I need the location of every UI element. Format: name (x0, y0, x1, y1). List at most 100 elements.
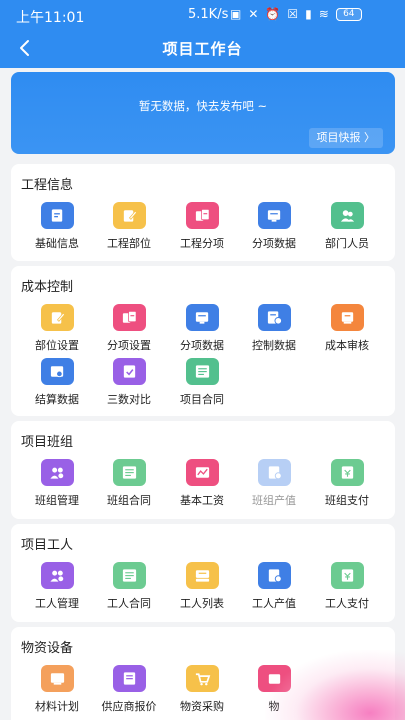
grid-item[interactable]: 控制数据 (238, 304, 310, 358)
grid-item-label: 分项设置 (107, 339, 151, 352)
grid-item-label: 工程部位 (107, 237, 151, 250)
grid-item-label: 材料计划 (35, 700, 79, 713)
box-icon (257, 665, 291, 692)
grid-item[interactable]: 班组支付 (311, 459, 383, 513)
grid-item[interactable]: 部门人员 (311, 202, 383, 256)
section-title: 项目工人 (21, 538, 74, 553)
grid-item-label: 结算数据 (35, 393, 79, 406)
grid-item[interactable]: 供应商报价 (93, 665, 165, 719)
output-icon (257, 562, 291, 589)
grid-item[interactable]: 物资采购 (166, 665, 238, 719)
battery-icon: 64 (335, 7, 362, 21)
section-engineering-info: 工程信息 基础信息 工程部位 工程分项 分项数据 部门人员 (11, 164, 395, 261)
grid-item[interactable]: 工人列表 (166, 562, 238, 616)
grid-item[interactable]: 工人合同 (93, 562, 165, 616)
settle-icon (40, 358, 74, 385)
split-docs-icon (185, 202, 219, 229)
contract-icon (112, 459, 146, 486)
contract-icon (112, 562, 146, 589)
grid-item-label: 基础信息 (35, 237, 79, 250)
grid-item[interactable]: 分项设置 (93, 304, 165, 358)
grid-item-label: 部位设置 (35, 339, 79, 352)
compare-icon (112, 358, 146, 385)
grid-item-label: 控制数据 (252, 339, 296, 352)
grid-item-label: 班组支付 (325, 494, 369, 507)
grid-item-label: 班组管理 (35, 494, 79, 507)
alarm-icon: ⏰ (265, 7, 281, 21)
wage-icon (185, 459, 219, 486)
audit-icon (330, 304, 364, 331)
grid-item-label: 工人合同 (107, 597, 151, 610)
contract-icon (185, 358, 219, 385)
grid-item-label: 物 (268, 700, 280, 713)
grid-item[interactable]: 班组合同 (93, 459, 165, 513)
grid-item[interactable]: 基础信息 (21, 202, 93, 256)
list-icon (185, 562, 219, 589)
split-docs-icon (112, 304, 146, 331)
app-header: 上午11:01 5.1K/s ▣ ✕ ⏰ ☒ ▮ ≋ 64 项目工作台 (0, 0, 405, 68)
grid-item[interactable]: 基本工资 (166, 459, 238, 513)
nav-bar: 项目工作台 (0, 30, 405, 66)
status-icons: ▣ ✕ ⏰ ☒ ▮ ≋ 64 (230, 6, 362, 22)
grid-item-label: 基本工资 (180, 494, 224, 507)
grid-item[interactable]: 班组产值 (238, 459, 310, 513)
grid-item-label: 工人产值 (252, 597, 296, 610)
grid-item-label: 分项数据 (180, 339, 224, 352)
grid-item-label: 工程分项 (180, 237, 224, 250)
edit-icon (40, 304, 74, 331)
signal-icon: ▮ (305, 7, 312, 21)
grid-item-label: 成本审核 (325, 339, 369, 352)
page-title: 项目工作台 (162, 40, 243, 58)
grid-item[interactable]: 工程部位 (93, 202, 165, 256)
grid-item-label: 工人列表 (180, 597, 224, 610)
team-icon (40, 459, 74, 486)
section-materials-equipment: 物资设备材料计划 供应商报价 物资采购 物 (11, 627, 395, 720)
grid-item[interactable]: 工人支付 (311, 562, 383, 616)
grid-item[interactable]: 工人产值 (238, 562, 310, 616)
grid-item[interactable]: 工程分项 (166, 202, 238, 256)
grid-item[interactable]: 班组管理 (21, 459, 93, 513)
data-docs-icon (257, 202, 291, 229)
grid-item-label: 三数对比 (107, 393, 151, 406)
nfc-icon: ▣ (230, 7, 242, 21)
grid-item-label: 班组产值 (252, 494, 296, 507)
grid-item-label: 物资采购 (180, 700, 224, 713)
grid-item[interactable]: 三数对比 (93, 358, 165, 412)
grid-item[interactable]: 成本审核 (311, 304, 383, 358)
control-icon (257, 304, 291, 331)
status-time: 上午11:01 (16, 10, 85, 26)
payment-icon (330, 459, 364, 486)
grid-item[interactable]: 结算数据 (21, 358, 93, 412)
cart-icon (185, 665, 219, 692)
status-bar: 上午11:01 5.1K/s ▣ ✕ ⏰ ☒ ▮ ≋ 64 (0, 0, 405, 30)
sim-x-icon: ☒ (287, 7, 299, 21)
data-docs-icon (185, 304, 219, 331)
network-speed: 5.1K/s (188, 7, 229, 22)
grid-item[interactable]: 分项数据 (238, 202, 310, 256)
edit-icon (112, 202, 146, 229)
section-title: 物资设备 (21, 641, 74, 656)
grid-item[interactable]: 材料计划 (21, 665, 93, 719)
document-icon (40, 202, 74, 229)
empty-state-text: 暂无数据，快去发布吧 ~ (138, 99, 268, 113)
news-banner: 暂无数据，快去发布吧 ~ 项目快报 〉 (11, 72, 395, 154)
section-title: 项目班组 (21, 435, 74, 450)
grid-item[interactable]: 项目合同 (166, 358, 238, 412)
section-cost-control: 成本控制部位设置 分项设置 分项数据 控制数据 成本审核结算数据 三数对比 项目合同 (11, 266, 395, 416)
grid-item[interactable]: 部位设置 (21, 304, 93, 358)
payment-icon (330, 562, 364, 589)
grid-item[interactable]: 物 (238, 665, 310, 719)
people-icon (330, 202, 364, 229)
mute-icon: ✕ (248, 7, 259, 21)
grid-item-label: 部门人员 (325, 237, 369, 250)
grid-item-label: 工人管理 (35, 597, 79, 610)
grid-item-label: 班组合同 (107, 494, 151, 507)
section-project-team: 项目班组班组管理 班组合同 基本工资 班组产值 班组支付 (11, 421, 395, 519)
project-news-button[interactable]: 项目快报 〉 (308, 128, 383, 148)
quote-icon (112, 665, 146, 692)
grid-item[interactable]: 分项数据 (166, 304, 238, 358)
grid-item[interactable]: 工人管理 (21, 562, 93, 616)
output-icon (257, 459, 291, 486)
grid-item-label: 项目合同 (180, 393, 224, 406)
section-title: 成本控制 (21, 280, 74, 295)
